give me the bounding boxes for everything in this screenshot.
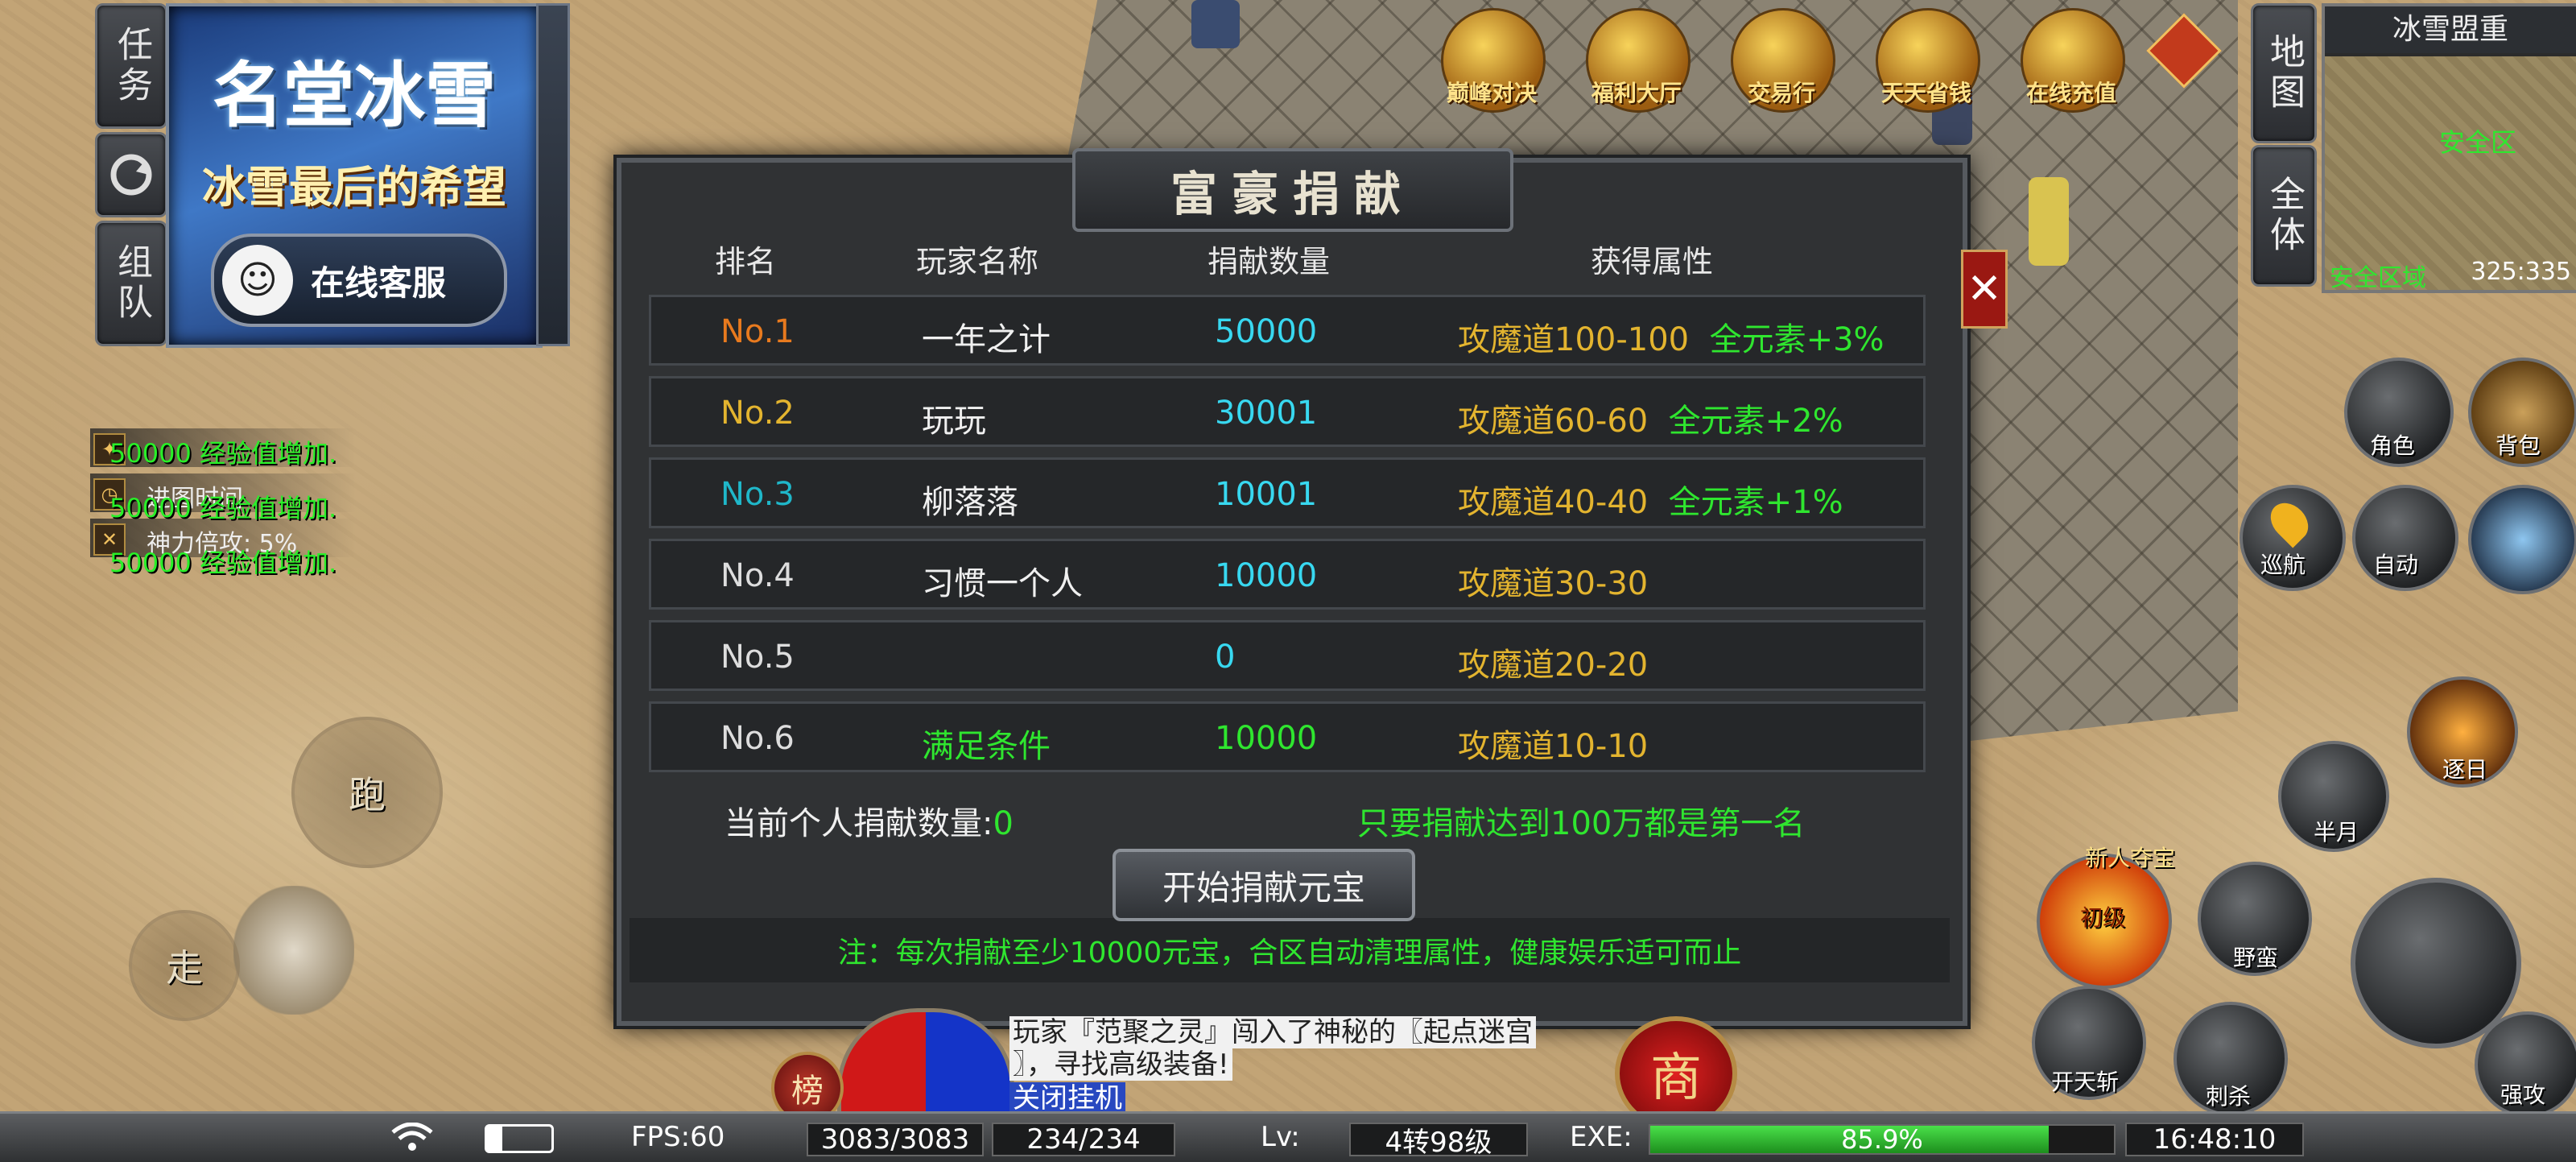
ranking-row: No.4 习惯一个人 10000 攻魔道30-30 <box>649 539 1926 610</box>
chat-panel: 玩家『范聚之灵』闯入了神秘的〖起点迷宫 〗，寻找高级装备! 关闭挂机 <box>1009 1016 1565 1114</box>
player-name: 柳落落 <box>922 484 1018 521</box>
map-tab[interactable]: 地图 <box>2251 3 2317 143</box>
donation-note: 注：每次捐献至少10000元宝，合区自动清理属性，健康娱乐适可而止 <box>630 918 1950 982</box>
column-amount: 捐献数量 <box>1208 244 1331 279</box>
donation-amount: 10000 <box>1215 557 1318 594</box>
minimap-view[interactable]: 安全区 安全区域 325:335 <box>2325 56 2576 292</box>
all-tab[interactable]: 全体 <box>2251 145 2317 287</box>
exp-gain-message: 50000 经验值增加. <box>109 548 337 578</box>
exp-progress-bar: 85.9% <box>1649 1124 2116 1155</box>
player-name: 玩玩 <box>922 403 986 440</box>
exp-gain-message: 50000 经验值增加. <box>109 493 337 523</box>
donation-amount: 50000 <box>1215 313 1318 350</box>
banner-collapse-handle[interactable] <box>536 3 570 346</box>
reward-attribute: 攻魔道40-40 全元素+1% <box>1458 484 1843 521</box>
zone-label: 安全区域 <box>2330 264 2426 292</box>
ranking-row: No.6 满足条件 10000 攻魔道10-10 <box>649 701 1926 772</box>
column-player-name: 玩家名称 <box>916 244 1039 279</box>
level-value: 4转98级 <box>1349 1123 1528 1159</box>
player-name: 一年之计 <box>922 321 1051 358</box>
settings-compass-button[interactable] <box>2468 485 2576 594</box>
hp-value: 3083/3083 <box>807 1123 984 1156</box>
left-side-panel: 任务 组队 <box>95 3 167 346</box>
reward-attribute: 攻魔道60-60 全元素+2% <box>1458 403 1843 440</box>
walk-joystick[interactable]: 走 <box>129 910 240 1021</box>
exp-percent: 85.9% <box>1841 1124 1923 1155</box>
reward-attribute: 攻魔道10-10 <box>1458 728 1649 765</box>
personal-donation-value: 0 <box>993 805 1013 842</box>
reward-attribute: 攻魔道100-100 全元素+3% <box>1458 321 1885 358</box>
task-tab[interactable]: 任务 <box>95 3 167 129</box>
rock-sprite <box>233 886 354 1015</box>
chat-bubble-icon: ☺ <box>222 245 293 316</box>
donation-amount: 10001 <box>1215 476 1318 513</box>
close-hangup-link[interactable]: 关闭挂机 <box>1009 1082 1125 1114</box>
chat-message: 玩家『范聚之灵』闯入了神秘的〖起点迷宫 <box>1009 1016 1536 1048</box>
donation-amount: 10000 <box>1215 720 1318 757</box>
exp-gain-message: 50000 经验值增加. <box>109 438 337 469</box>
ranking-row: No.1 一年之计 50000 攻魔道100-100 全元素+3% <box>649 295 1926 366</box>
safe-zone-marker: 安全区 <box>2439 127 2517 158</box>
column-rank: 排名 <box>715 244 777 279</box>
wifi-icon <box>390 1122 435 1152</box>
personal-donation-label: 当前个人捐献数量:0 <box>724 805 1013 842</box>
rank-label: No.6 <box>720 720 795 757</box>
close-icon[interactable]: ✕ <box>1961 250 2008 329</box>
player-name: 满足条件 <box>922 728 1051 765</box>
dialog-title: 富豪捐献 <box>1170 167 1415 221</box>
player-name: 习惯一个人 <box>922 565 1083 602</box>
exp-label: EXE: <box>1570 1121 1633 1153</box>
run-button[interactable]: 跑 <box>291 717 443 868</box>
online-service-button[interactable]: ☺ 在线客服 <box>211 234 507 327</box>
reward-attribute: 攻魔道30-30 <box>1458 565 1649 602</box>
npc-sprite[interactable] <box>1191 0 1240 48</box>
minimap[interactable]: 冰雪盟重 安全区 安全区域 325:335 <box>2322 3 2576 293</box>
npc-sprite[interactable] <box>2029 177 2069 266</box>
donation-amount: 30001 <box>1215 395 1318 432</box>
battery-icon <box>485 1124 554 1153</box>
fps-counter: FPS:60 <box>631 1121 725 1153</box>
ranking-row: No.3 柳落落 10001 攻魔道40-40 全元素+1% <box>649 457 1926 528</box>
rank-label: No.4 <box>720 557 795 594</box>
ranking-table-header: 排名 玩家名称 捐献数量 获得属性 <box>641 216 1929 293</box>
donation-amount: 0 <box>1215 639 1236 676</box>
rank-label: No.2 <box>720 395 795 432</box>
banner-subtitle: 冰雪最后的希望 <box>202 161 506 213</box>
chat-message: 〗，寻找高级装备! <box>1009 1048 1232 1081</box>
level-label: Lv: <box>1261 1121 1300 1153</box>
goal-hint: 只要捐献达到100万都是第一名 <box>1357 805 1806 842</box>
team-tab[interactable]: 组队 <box>95 221 167 346</box>
rank-label: No.1 <box>720 313 795 350</box>
rank-label: No.3 <box>720 476 795 513</box>
rank-label: No.5 <box>720 639 795 676</box>
player-coords: 325:335 <box>2471 258 2571 286</box>
mp-value: 234/234 <box>992 1123 1175 1156</box>
ranking-row: No.5 0 攻魔道20-20 <box>649 620 1926 691</box>
start-donation-button[interactable]: 开始捐献元宝 <box>1113 849 1415 921</box>
reward-attribute: 攻魔道20-20 <box>1458 647 1649 684</box>
clock-time: 16:48:10 <box>2125 1123 2304 1156</box>
refresh-icon[interactable] <box>95 132 167 217</box>
server-banner[interactable]: 名堂冰雪 冰雪最后的希望 ☺ 在线客服 <box>166 3 543 348</box>
banner-title: 名堂冰雪 <box>212 53 496 137</box>
column-attribute: 获得属性 <box>1591 244 1714 279</box>
ranking-row: No.2 玩玩 30001 攻魔道60-60 全元素+2% <box>649 376 1926 447</box>
map-name: 冰雪盟重 <box>2325 6 2576 53</box>
